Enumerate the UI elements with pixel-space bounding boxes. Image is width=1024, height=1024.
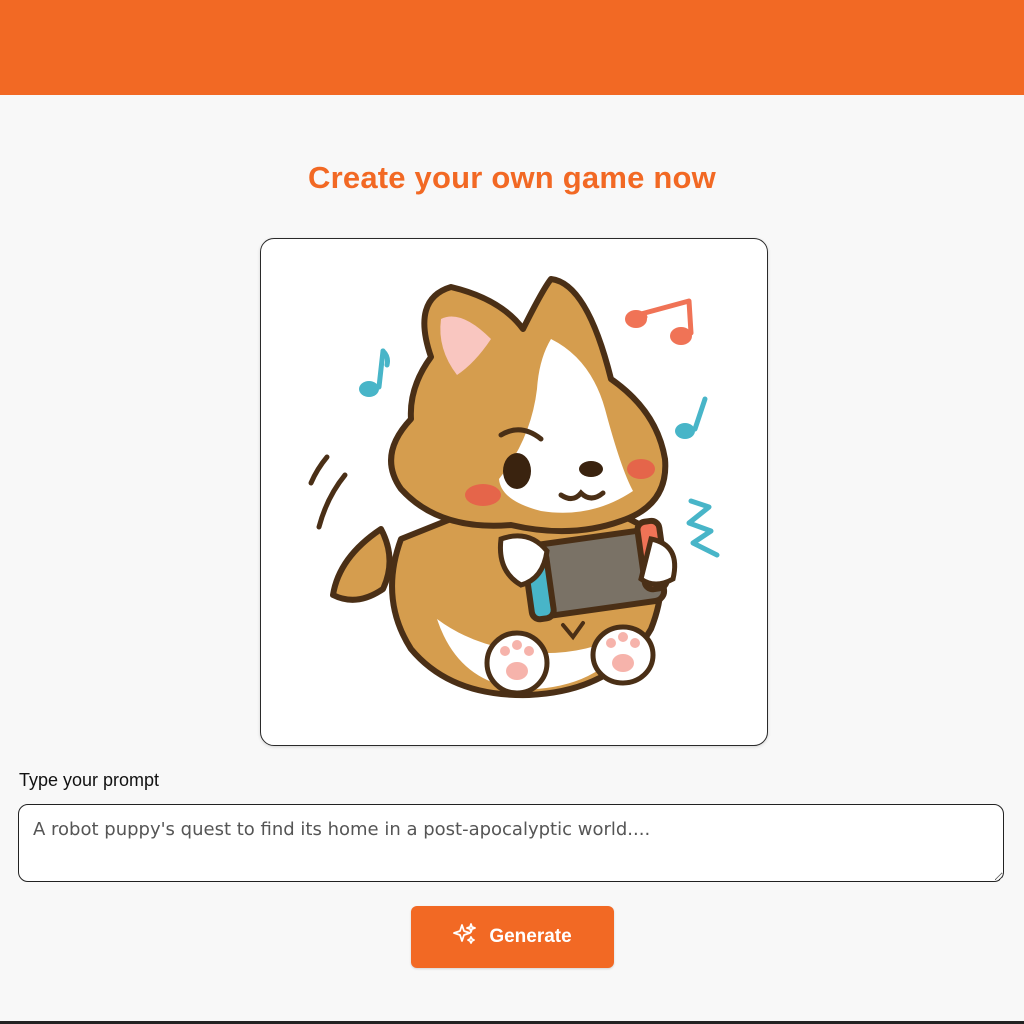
top-header-bar — [0, 0, 1024, 95]
music-note-icon — [675, 396, 708, 439]
music-note-icon — [625, 298, 694, 345]
vibration-icon — [686, 498, 720, 558]
corgi-gaming-illustration — [308, 276, 720, 699]
generate-button-label: Generate — [489, 926, 572, 947]
corgi-tail — [330, 526, 393, 603]
sparkles-icon — [453, 922, 477, 952]
page-title: Create your own game now — [308, 160, 716, 195]
music-note-icon — [359, 348, 390, 397]
generate-button[interactable]: Generate — [411, 906, 614, 968]
prompt-input[interactable] — [18, 804, 1004, 882]
game-preview-image — [260, 238, 768, 746]
motion-lines-icon — [308, 454, 348, 530]
prompt-label: Type your prompt — [19, 770, 160, 790]
